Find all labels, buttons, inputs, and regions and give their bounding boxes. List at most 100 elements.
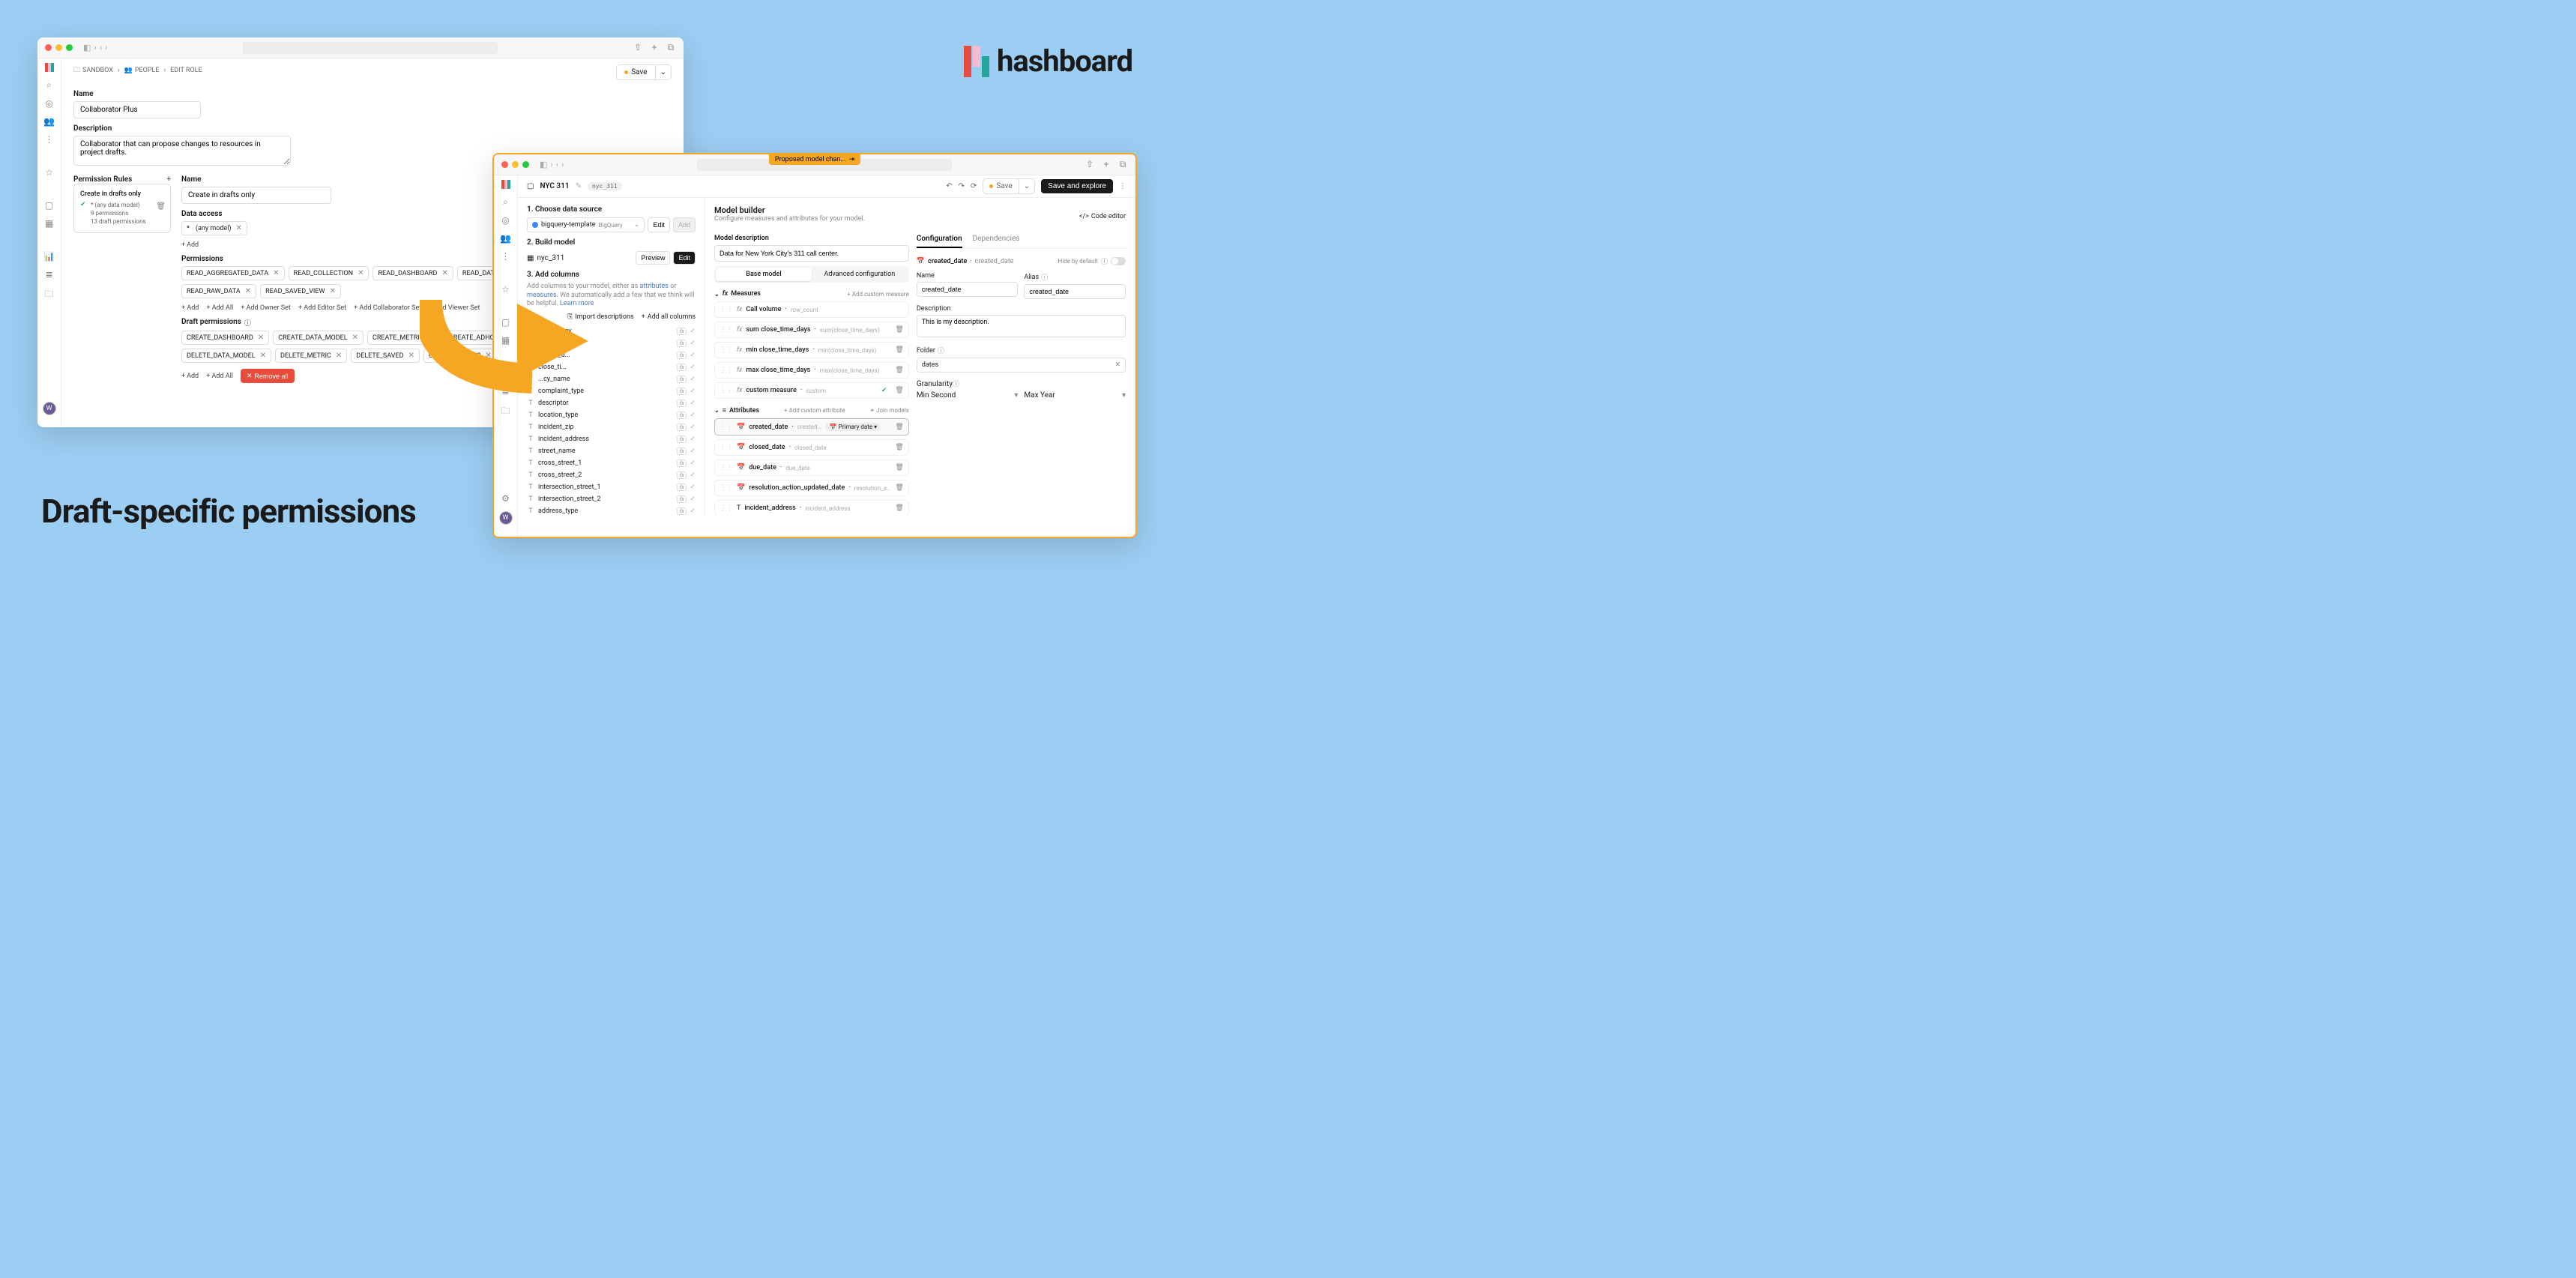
check-icon[interactable]: ✓ (690, 459, 696, 467)
check-icon[interactable]: ✓ (690, 340, 696, 347)
close-icon[interactable]: ✕ (258, 334, 264, 342)
column-item[interactable]: 📅closed_d...fx✓ (527, 349, 696, 361)
add-all-cols-button[interactable]: + Add all columns (642, 313, 696, 321)
rule-name-input[interactable] (181, 187, 331, 204)
sidebar-toggle-icon[interactable]: ◧ (540, 160, 547, 169)
grid-icon[interactable]: ▦ (45, 218, 53, 229)
add-all-draft-button[interactable]: + Add All (206, 369, 233, 383)
logo-icon[interactable] (45, 63, 54, 72)
star-icon[interactable]: ☆ (501, 284, 510, 295)
check-icon[interactable]: ✓ (690, 412, 696, 419)
proposed-changes-banner[interactable]: Proposed model chan... ⇥ (769, 154, 860, 165)
nav-back-icon[interactable]: ‹ (100, 43, 102, 52)
share-icon[interactable]: ⇧ (1085, 159, 1095, 170)
column-item[interactable]: #unique_keyfx✓ (527, 325, 696, 337)
trash-icon[interactable]: 🗑 (895, 424, 903, 431)
folder-icon[interactable]: 🗀 (44, 287, 53, 303)
check-icon[interactable]: ✓ (690, 364, 696, 371)
check-icon[interactable]: ✓ (690, 424, 696, 431)
plus-icon[interactable]: + (649, 42, 660, 53)
column-item[interactable]: Tintersection_street_1fx✓ (527, 481, 696, 493)
check-icon[interactable]: ✓ (690, 400, 696, 407)
close-icon[interactable]: ✕ (441, 269, 447, 277)
gran-max-select[interactable]: Max Year▾ (1024, 391, 1126, 400)
rule-card[interactable]: Create in drafts only ✔ 🗑 * (any data mo… (73, 184, 171, 233)
draft-permission-chip[interactable]: UPDATE_METRIC✕ (423, 349, 497, 363)
check-icon[interactable]: ✓ (690, 388, 696, 395)
chevron-down-icon[interactable]: ⌄ (1019, 179, 1034, 193)
trash-icon[interactable]: 🗑 (895, 367, 903, 374)
column-item[interactable]: Tcomplaint_typefx✓ (527, 385, 696, 397)
grip-icon[interactable]: ⋮⋮ (720, 444, 733, 451)
fx-button[interactable]: fx (677, 435, 687, 443)
nav-back-icon[interactable]: ‹ (556, 160, 558, 169)
nav-fwd-icon[interactable]: › (105, 43, 107, 52)
draft-permission-chip[interactable]: DELETE_SAVED✕ (351, 349, 420, 363)
fx-button[interactable]: fx (677, 459, 687, 467)
edit-model-button[interactable]: Edit (673, 251, 696, 265)
column-item[interactable]: Tcross_street_2fx✓ (527, 469, 696, 481)
attribute-row[interactable]: ⋮⋮📅 closed_date · closed_date🗑 (714, 439, 909, 456)
grip-icon[interactable]: ⋮⋮ (720, 424, 733, 431)
close-icon[interactable]: ✕ (260, 352, 266, 360)
measures-link[interactable]: measures (527, 292, 557, 299)
column-item[interactable]: Tcross_street_1fx✓ (527, 457, 696, 469)
check-icon[interactable]: ✓ (690, 435, 696, 443)
check-icon[interactable]: ✓ (690, 447, 696, 455)
grip-icon[interactable]: ⋮⋮ (720, 346, 733, 354)
info-icon[interactable]: ⓘ (1041, 272, 1048, 282)
seg-base-model[interactable]: Base model (716, 268, 812, 281)
permission-chip[interactable]: READ_SAVED_VIEW✕ (260, 284, 341, 298)
draft-permission-chip[interactable]: CREATE_METRIC✕ (367, 331, 440, 345)
column-item[interactable]: Tincident_zipfx✓ (527, 421, 696, 433)
chart-icon[interactable]: 📊 (43, 251, 55, 262)
fx-button[interactable]: fx (677, 328, 687, 335)
people-icon[interactable]: 👥 (43, 116, 55, 127)
close-icon[interactable]: ✕ (330, 287, 336, 295)
check-icon[interactable]: ✓ (690, 495, 696, 503)
grip-icon[interactable]: ⋮⋮ (720, 464, 733, 471)
close-icon[interactable]: ✕ (245, 287, 251, 295)
tab-dependencies[interactable]: Dependencies (973, 235, 1020, 248)
fx-button[interactable]: fx (677, 412, 687, 419)
check-icon[interactable]: ✓ (690, 376, 696, 383)
people-icon[interactable]: 👥 (500, 233, 511, 244)
fx-button[interactable]: fx (677, 471, 687, 479)
check-icon[interactable]: ✓ (690, 328, 696, 335)
box-icon[interactable]: ▢ (45, 200, 53, 211)
measure-row[interactable]: ⋮⋮fx min close_time_days · min(close_tim… (714, 342, 909, 358)
tab-configuration[interactable]: Configuration (917, 235, 962, 248)
add-rule-button[interactable]: + (167, 175, 172, 184)
avatar[interactable]: W (499, 511, 513, 525)
add-perm-button[interactable]: + Add Editor Set (298, 304, 346, 312)
save-button[interactable]: Save ⌄ (616, 64, 672, 80)
data-icon[interactable]: ≣ (501, 386, 509, 397)
compass-icon[interactable]: ◎ (501, 215, 509, 226)
fx-button[interactable]: fx (677, 495, 687, 503)
plus-icon[interactable]: + (1101, 159, 1111, 170)
close-icon[interactable]: ✕ (429, 334, 435, 342)
trash-icon[interactable]: 🗑 (156, 202, 166, 211)
fx-button[interactable]: fx (677, 483, 687, 491)
import-desc-button[interactable]: ⎘ Import descriptions (567, 313, 634, 321)
column-item[interactable]: 📅create...fx✓ (527, 337, 696, 349)
data-access-chip[interactable]: (any model)✕ (181, 221, 247, 235)
check-icon[interactable]: ✓ (690, 483, 696, 491)
data-icon[interactable]: ≣ (45, 269, 52, 280)
learn-more-link[interactable]: Learn more (560, 300, 594, 307)
close-icon[interactable]: ✕ (358, 269, 364, 277)
folder-icon[interactable]: 🗀 (501, 404, 510, 420)
role-desc-input[interactable]: Collaborator that can propose changes to… (73, 136, 291, 166)
fx-button[interactable]: fx (677, 507, 687, 515)
grip-icon[interactable]: ⋮⋮ (720, 326, 733, 334)
search-icon[interactable]: ⌕ (46, 79, 52, 91)
join-models-button[interactable]: ⚭ Join models (869, 407, 908, 414)
grid-icon[interactable]: ▦ (501, 335, 510, 346)
column-item[interactable]: Tdescriptorfx✓ (527, 397, 696, 409)
add-perm-button[interactable]: + Add (181, 304, 199, 312)
avatar[interactable]: W (43, 402, 56, 415)
seg-advanced[interactable]: Advanced configuration (812, 268, 908, 281)
column-item[interactable]: Tintersection_street_2fx✓ (527, 493, 696, 505)
more-icon[interactable]: ⋮ (45, 134, 54, 145)
star-icon[interactable]: ☆ (45, 167, 53, 178)
